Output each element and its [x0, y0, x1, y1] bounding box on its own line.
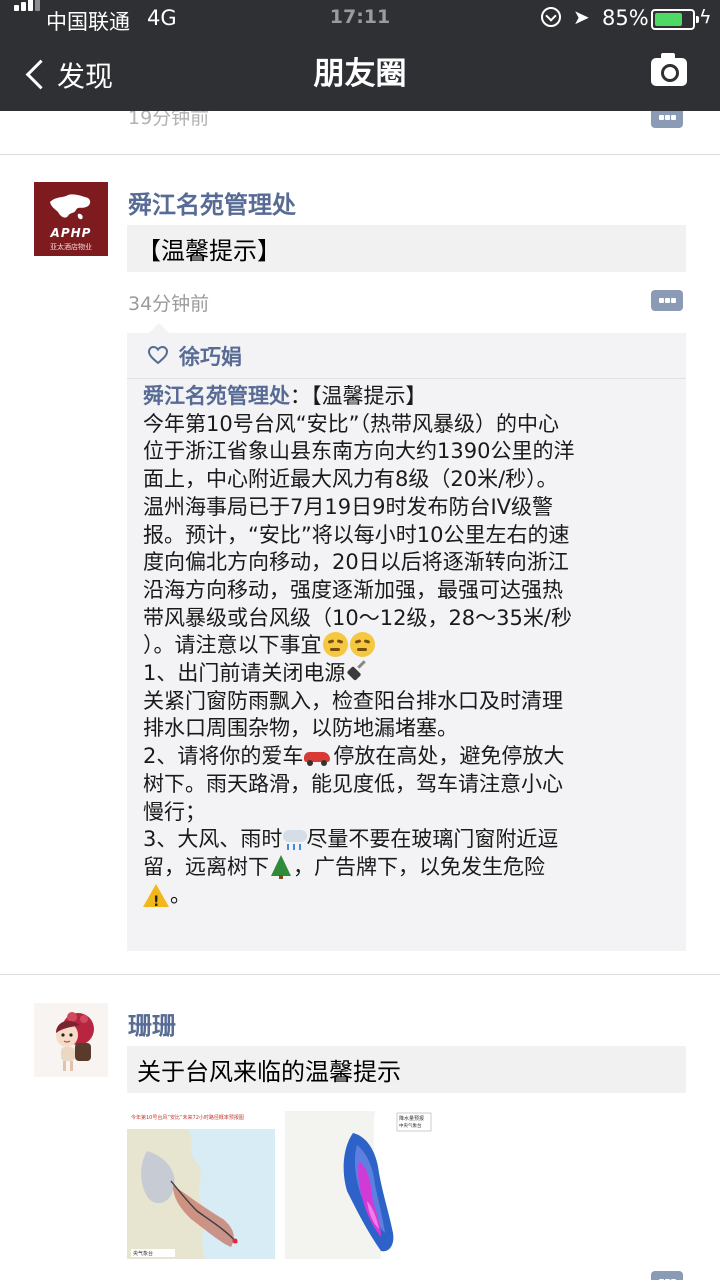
- camera-icon[interactable]: [651, 53, 687, 86]
- shared-link-card[interactable]: 【温馨提示】: [127, 225, 686, 272]
- svg-text:央气象台: 央气象台: [133, 1250, 153, 1257]
- camera-lens: [661, 64, 679, 82]
- post-author[interactable]: 珊珊: [128, 1006, 176, 1041]
- world-map-icon: [50, 194, 91, 220]
- warning-emoji-icon: [143, 883, 170, 916]
- shared-link-card[interactable]: 关于台风来临的温馨提示: [127, 1046, 686, 1093]
- comment-line: 树下。雨天路滑，能见度低，驾车请注意小心: [143, 771, 563, 796]
- comment-area: 舜江名苑管理处：【温馨提示】 今年第10号台风“安比”（热带风暴级）的中心 位于…: [127, 378, 686, 951]
- heart-icon: [147, 345, 169, 365]
- navigation-bar: 发现 朋友圈: [0, 38, 720, 111]
- top-bar: 中国联通 4G 17:11 ➤ 85% ϟ 发现 朋友圈: [0, 0, 720, 111]
- comment-line: 1、出门前请关闭电源: [143, 660, 679, 688]
- comment-line: 位于浙江省象山县东南方向大约1390公里的洋: [143, 439, 575, 464]
- battery-icon: [651, 9, 699, 30]
- moments-feed[interactable]: 19分钟前 APHP 亚太酒店物业 舜江名苑管理处 【温馨提示】 34分钟前 徐…: [0, 111, 720, 1280]
- svg-text:中央气象台: 中央气象台: [399, 1122, 422, 1129]
- comment-line: 今年第10号台风“安比”（热带风暴级）的中心: [143, 411, 559, 436]
- post-image[interactable]: 今年第10号台风“安比”未来72小时路径概率预报图 央气象台: [127, 1111, 275, 1259]
- avatar[interactable]: APHP 亚太酒店物业: [34, 182, 108, 256]
- comment-line: 度向偏北方向移动，20日以后将逐渐转向浙江: [143, 550, 569, 575]
- comment-line: ）。请注意以下事宜: [143, 632, 679, 660]
- battery-fill: [655, 13, 682, 26]
- comment-button[interactable]: [651, 111, 683, 128]
- avatar-logo-text: APHP: [50, 226, 92, 240]
- comment-line: 慢行；: [143, 799, 206, 824]
- rain-cloud-emoji-icon: [282, 827, 308, 851]
- comment-line: 3、大风、雨时 尽量不要在玻璃门窗附近逗: [143, 827, 559, 852]
- page-title: 朋友圈: [313, 56, 407, 92]
- smirk-emoji-icon: [322, 632, 348, 658]
- post-time: 34分钟前: [128, 293, 210, 315]
- previous-post-time: 19分钟前: [128, 111, 210, 129]
- svg-text:降水量预报: 降水量预报: [399, 1115, 424, 1122]
- comment-line: 关紧门窗防雨飘入，检查阳台排水口及时清理: [143, 688, 563, 713]
- comment-line: 带风暴级或台风级（10～12级，28～35米/秒: [143, 605, 572, 630]
- post-divider: [0, 974, 720, 975]
- comment-line: 面上，中心附近最大风力有8级（20米/秒）。: [143, 467, 558, 492]
- comment-line: 报。预计，“安比”将以每小时10公里左右的速: [143, 522, 570, 547]
- typhoon-path-map: 今年第10号台风“安比”未来72小时路径概率预报图 央气象台: [127, 1111, 275, 1259]
- avatar[interactable]: [34, 1003, 108, 1077]
- comment-line: 沿海方向移动，强度逐渐加强，最强可达强热: [143, 577, 563, 602]
- charging-bolt-icon: ϟ: [699, 6, 712, 28]
- electric-plug-icon: [345, 661, 369, 685]
- shared-link-title: 【温馨提示】: [137, 237, 281, 265]
- cartoon-girl-avatar-icon: [56, 1012, 94, 1071]
- tree-emoji-icon: [269, 854, 293, 879]
- post-divider: [0, 154, 720, 155]
- comment-button[interactable]: [651, 1271, 683, 1280]
- battery-percent: 85%: [602, 6, 649, 30]
- comment-button[interactable]: [651, 290, 683, 311]
- shared-link-title: 关于台风来临的温馨提示: [137, 1058, 401, 1086]
- comment-line: 。: [143, 882, 679, 916]
- svg-text:今年第10号台风“安比”未来72小时路径概率预报图: 今年第10号台风“安比”未来72小时路径概率预报图: [131, 1114, 244, 1121]
- comment[interactable]: 舜江名苑管理处：【温馨提示】 今年第10号台风“安比”（热带风暴级）的中心 位于…: [143, 383, 679, 916]
- comment-line: 温州海事局已于7月19日9时发布防台IV级警: [143, 494, 554, 519]
- smirk-emoji-icon: [349, 632, 375, 658]
- comment-line: 留，远离树下 ，广告牌下，以免发生危险: [143, 854, 545, 879]
- rotation-lock-icon: [541, 7, 561, 27]
- avatar-sub-text: 亚太酒店物业: [50, 243, 92, 251]
- status-bar: 中国联通 4G 17:11 ➤ 85% ϟ: [0, 0, 720, 38]
- car-emoji-icon: [303, 744, 333, 768]
- likes-area: 徐巧娟: [127, 323, 686, 378]
- liker-name[interactable]: 徐巧娟: [179, 341, 242, 371]
- location-arrow-icon: ➤: [573, 5, 590, 29]
- comment-line: 舜江名苑管理处：【温馨提示】: [143, 384, 427, 408]
- comment-author[interactable]: 舜江名苑管理处: [143, 384, 290, 408]
- comment-line: 2、请将你的爱车 停放在高处，避免停放大: [143, 744, 565, 769]
- post-author[interactable]: 舜江名苑管理处: [128, 185, 296, 220]
- rainfall-forecast-map: 降水量预报 中央气象台: [285, 1111, 433, 1259]
- post-image[interactable]: 降水量预报 中央气象台: [285, 1111, 433, 1259]
- comment-line: 排水口周围杂物，以防地漏堵塞。: [143, 716, 458, 741]
